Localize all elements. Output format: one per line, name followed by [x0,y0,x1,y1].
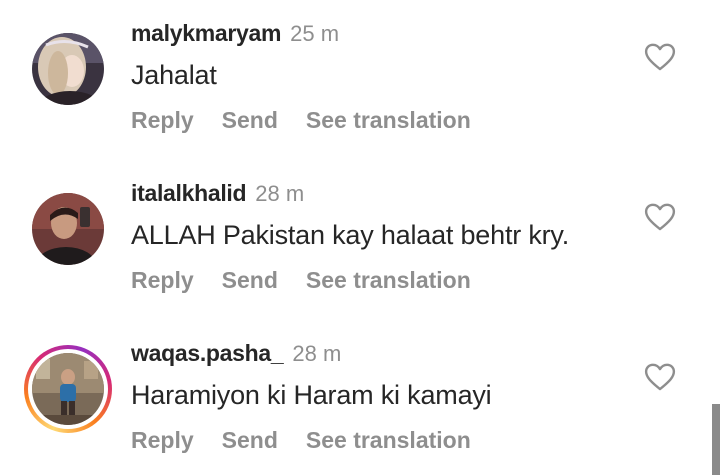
timestamp: 28 m [292,341,342,366]
avatar-image [32,193,104,265]
avatar[interactable] [32,33,104,105]
comment-actions: Reply Send See translation [131,427,499,454]
send-button[interactable]: Send [222,107,278,133]
timestamp: 25 m [290,21,340,46]
story-ring[interactable] [24,345,112,433]
see-translation-button[interactable]: See translation [306,107,471,133]
username-link[interactable]: malykmaryam [131,20,281,46]
comment-meta: waqas.pasha_ 28 m [131,340,341,367]
reply-button[interactable]: Reply [131,427,194,453]
comment-text: Jahalat [131,60,217,90]
username-link[interactable]: waqas.pasha_ [131,340,284,366]
reply-button[interactable]: Reply [131,107,194,133]
send-button[interactable]: Send [222,267,278,293]
username-link[interactable]: italalkhalid [131,180,247,206]
timestamp: 28 m [255,181,305,206]
avatar-image [32,33,104,105]
reply-button[interactable]: Reply [131,267,194,293]
comment-item: waqas.pasha_ 28 m Haramiyon ki Haram ki k… [0,320,720,475]
comment-text: Haramiyon ki Haram ki kamayi [131,380,492,410]
comment-text: ALLAH Pakistan kay halaat behtr kry. [131,220,570,250]
avatar[interactable] [32,353,104,425]
comment-meta: malykmaryam 25 m [131,20,339,47]
heart-outline-icon[interactable] [642,40,678,74]
scrollbar-thumb[interactable] [712,404,720,475]
comment-item: malykmaryam 25 m Jahalat Reply Send See tra… [0,0,720,160]
comment-item: italalkhalid 28 m ALLAH Pakistan kay hala… [0,160,720,320]
comments-list: malykmaryam 25 m Jahalat Reply Send See tra… [0,0,720,475]
comment-actions: Reply Send See translation [131,267,499,294]
avatar[interactable] [32,193,104,265]
send-button[interactable]: Send [222,427,278,453]
see-translation-button[interactable]: See translation [306,427,471,453]
comment-meta: italalkhalid 28 m [131,180,304,207]
see-translation-button[interactable]: See translation [306,267,471,293]
heart-outline-icon[interactable] [642,200,678,234]
avatar-image [32,353,104,425]
heart-outline-icon[interactable] [642,360,678,394]
comment-actions: Reply Send See translation [131,107,499,134]
